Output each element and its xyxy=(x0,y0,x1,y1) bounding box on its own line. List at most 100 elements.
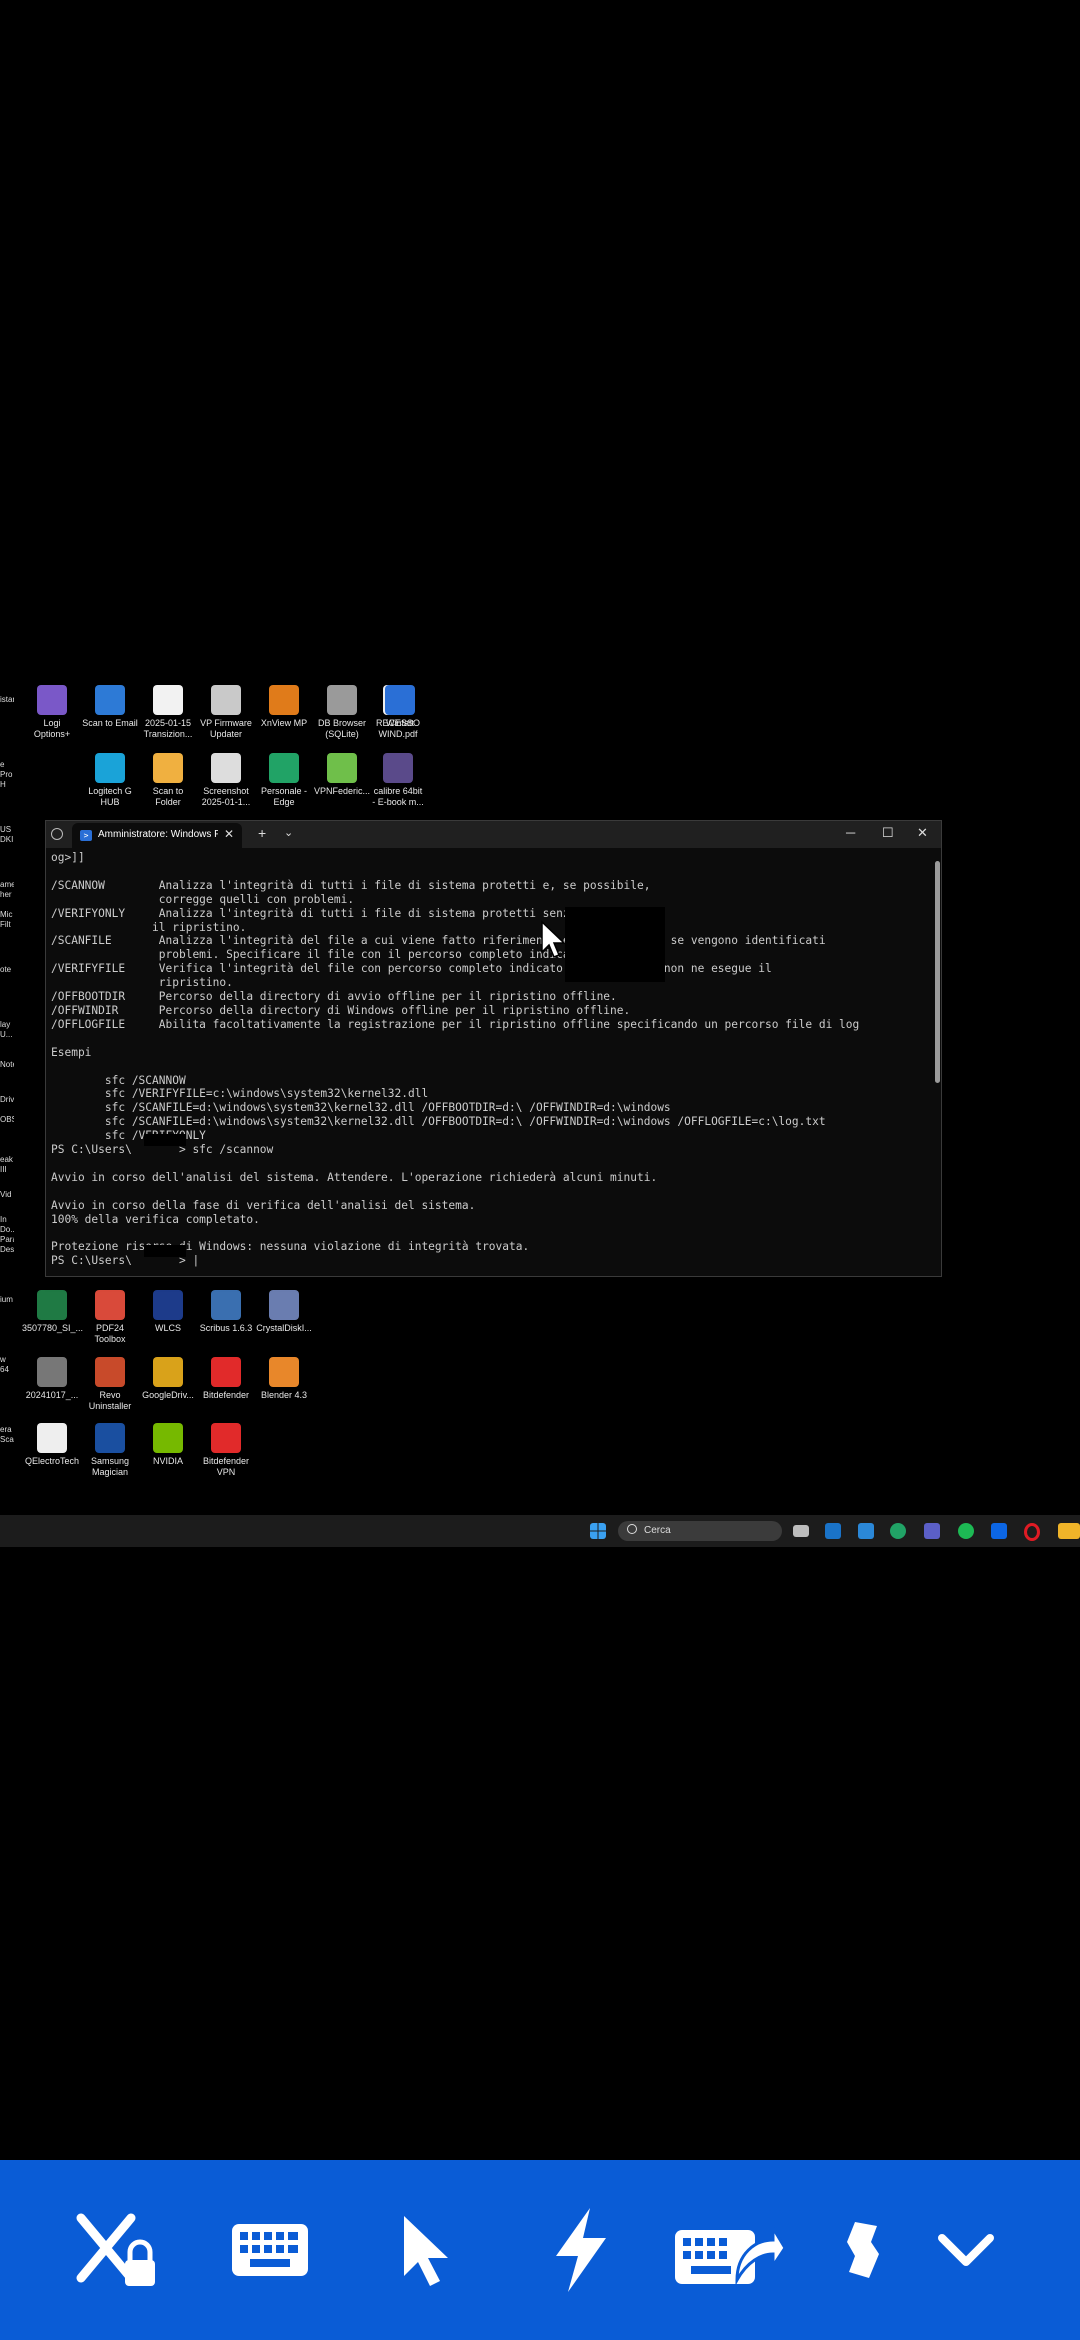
opera-icon[interactable] xyxy=(1024,1523,1040,1541)
clipped-desktop-icon[interactable]: e Pro H xyxy=(0,760,14,790)
desktop-icon[interactable]: Revo Uninstaller xyxy=(80,1357,140,1412)
wlcs-icon xyxy=(153,1290,183,1320)
clipped-desktop-icon[interactable]: era Scan xyxy=(0,1425,14,1445)
desktop-icon-label: Scan to Email xyxy=(82,718,138,728)
desktop-icon[interactable]: VPNFederic... xyxy=(312,753,372,797)
clipped-desktop-icon[interactable]: istant xyxy=(0,695,14,705)
desktop-icon[interactable]: Scan to Email xyxy=(80,685,140,729)
desktop-icon[interactable]: 2025-01-15 Transizion... xyxy=(138,685,198,740)
desktop-icon[interactable]: 20241017_... xyxy=(22,1357,82,1401)
desktop-icon-label: QElectroTech xyxy=(24,1456,80,1466)
tab-close-button[interactable]: ✕ xyxy=(224,827,234,841)
scan-folder-icon xyxy=(153,753,183,783)
taskbar-search[interactable]: Cerca xyxy=(618,1521,782,1541)
clipped-desktop-icon[interactable]: OBS xyxy=(0,1115,14,1125)
tab-title: Amministratore: Windows Po xyxy=(98,829,218,840)
clipped-desktop-icon[interactable]: eak III xyxy=(0,1155,14,1175)
terminal-scrollbar[interactable] xyxy=(935,861,940,1083)
special-keys-button[interactable] xyxy=(662,2160,797,2340)
clipped-desktop-icon[interactable]: Mic Filt xyxy=(0,910,14,930)
desktop-icon-label: WLCS xyxy=(154,1323,181,1333)
desktop-icon[interactable]: PDF24 Toolbox xyxy=(80,1290,140,1345)
clipped-desktop-icon[interactable]: Vid xyxy=(0,1190,14,1200)
window-titlebar[interactable]: > Amministratore: Windows Po ✕ + ⌄ ─ ☐ ✕ xyxy=(46,821,941,848)
tab-dropdown-button[interactable]: ⌄ xyxy=(284,826,293,839)
clipped-desktop-icon[interactable]: lay U... xyxy=(0,1020,14,1040)
desktop-icon[interactable]: NVIDIA xyxy=(138,1423,198,1467)
desktop-icon[interactable]: WLCS xyxy=(138,1290,198,1334)
new-tab-button[interactable]: + xyxy=(258,825,266,841)
close-button[interactable]: ✕ xyxy=(917,825,928,841)
clipped-desktop-icon[interactable]: Driv... xyxy=(0,1095,14,1105)
mouse-mode-button[interactable] xyxy=(360,2160,495,2340)
vp-updater-icon xyxy=(211,685,241,715)
desktop-icon[interactable]: VP Firmware Updater xyxy=(196,685,256,740)
desktop-icon[interactable]: Logitech G HUB xyxy=(80,753,140,808)
clipped-desktop-icon[interactable]: Note xyxy=(0,1060,14,1070)
redacted-area xyxy=(565,954,665,982)
desktop-icon[interactable]: Bitdefender VPN xyxy=(196,1423,256,1478)
clipped-desktop-icon[interactable]: ium xyxy=(0,1295,14,1305)
maximize-button[interactable]: ☐ xyxy=(882,825,894,841)
edge-icon[interactable] xyxy=(890,1523,906,1539)
quick-actions-button[interactable] xyxy=(512,2160,647,2340)
desktop-icon[interactable]: GoogleDriv... xyxy=(138,1357,198,1401)
document-icon xyxy=(153,685,183,715)
task-view-icon[interactable] xyxy=(793,1525,809,1537)
desktop-icon[interactable]: Bitdefender xyxy=(196,1357,256,1401)
teams-icon[interactable] xyxy=(924,1523,940,1539)
desktop-icon[interactable]: 3507780_SI_... xyxy=(22,1290,83,1334)
windows-start-icon[interactable] xyxy=(590,1523,606,1539)
clipped-desktop-icon[interactable]: US DKI xyxy=(0,825,14,845)
trello-icon[interactable] xyxy=(991,1523,1007,1539)
file-explorer-icon[interactable] xyxy=(1058,1523,1080,1539)
quick-actions-icon xyxy=(555,2208,606,2292)
desktop-icon[interactable]: XnView MP xyxy=(254,685,314,729)
desktop-icon[interactable]: Personale - Edge xyxy=(254,753,314,808)
google-drive-icon xyxy=(153,1357,183,1387)
desktop-icon[interactable]: CrystalDiskI... xyxy=(254,1290,314,1334)
pdf24-icon xyxy=(95,1290,125,1320)
desktop-icon-label: DB Browser (SQLite) xyxy=(317,718,366,739)
clipped-desktop-icon[interactable]: w 64 xyxy=(0,1355,14,1375)
terminal-tab[interactable]: > Amministratore: Windows Po ✕ xyxy=(72,823,242,848)
desktop-icon-label: CrystalDiskI... xyxy=(256,1323,312,1333)
desktop-icon[interactable]: calibre 64bit - E-book m... xyxy=(368,753,428,808)
keyboard-icon xyxy=(231,2224,308,2276)
clipped-desktop-icon[interactable]: In Do... xyxy=(0,1215,14,1235)
spotify-icon[interactable] xyxy=(958,1523,974,1539)
qelectrotech-icon xyxy=(37,1423,67,1453)
xnview-icon xyxy=(269,685,299,715)
outlook-calendar-icon[interactable] xyxy=(858,1523,874,1539)
desktop-icon-label: XnView MP xyxy=(260,718,308,728)
vpn-file-icon xyxy=(327,753,357,783)
desktop-icon[interactable]: Samsung Magician xyxy=(80,1423,140,1478)
desktop-icon-label: Samsung Magician xyxy=(90,1456,130,1477)
terminal-output[interactable]: og>]] /SCANNOW Analizza l'integrità di t… xyxy=(46,848,941,1276)
collapse-toolbar-button[interactable] xyxy=(898,2160,1033,2340)
desktop-icon-label: 20241017_... xyxy=(25,1390,79,1400)
winfatt-icon xyxy=(385,685,415,715)
keyboard-button[interactable] xyxy=(202,2160,337,2340)
desktop-icon[interactable]: Screenshot 2025-01-1... xyxy=(196,753,256,808)
desktop-icon[interactable]: Logi Options+ xyxy=(22,685,82,740)
clipped-desktop-icon[interactable]: ote xyxy=(0,965,14,975)
special-keys-icon xyxy=(674,2222,785,2286)
mouse-pointer-icon xyxy=(403,2216,448,2286)
desktop-icon[interactable]: Winfatt xyxy=(370,685,430,729)
admin-shield-icon xyxy=(51,828,63,840)
minimize-button[interactable]: ─ xyxy=(846,825,855,840)
clipped-desktop-icon[interactable]: ames her xyxy=(0,880,14,900)
desktop-icon[interactable]: DB Browser (SQLite) xyxy=(312,685,372,740)
powershell-window[interactable]: > Amministratore: Windows Po ✕ + ⌄ ─ ☐ ✕… xyxy=(45,820,942,1277)
desktop-icon[interactable]: Blender 4.3 xyxy=(254,1357,314,1401)
outlook-icon[interactable] xyxy=(825,1523,841,1539)
disconnect-button[interactable] xyxy=(50,2160,185,2340)
desktop-icon[interactable]: Scribus 1.6.3 xyxy=(196,1290,256,1334)
desktop-icon[interactable]: QElectroTech xyxy=(22,1423,82,1467)
terminal-text: og>]] /SCANNOW Analizza l'integrità di t… xyxy=(51,851,860,1268)
logitech-ghub-icon xyxy=(95,753,125,783)
desktop-icon[interactable]: Scan to Folder xyxy=(138,753,198,808)
remote-desktop[interactable]: istant e Pro H US DKI ames her Mic Filt ote la… xyxy=(0,675,1080,1552)
clipped-desktop-icon[interactable]: Para Deskt xyxy=(0,1235,14,1255)
